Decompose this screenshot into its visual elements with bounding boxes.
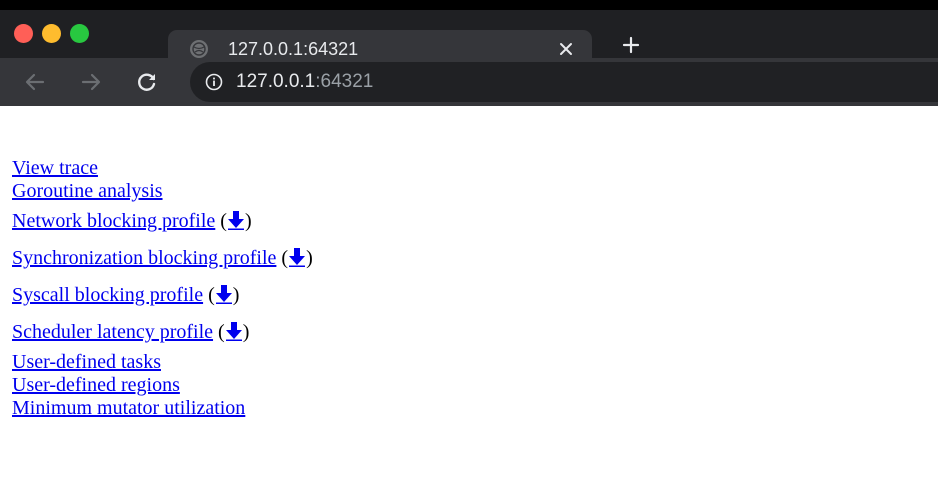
address-bar[interactable]: 127.0.0.1:64321 [190, 62, 938, 102]
arrow-right-icon[interactable] [78, 69, 104, 95]
download-network-blocking-profile[interactable] [227, 210, 245, 232]
arrow-down-icon [227, 211, 244, 230]
browser-toolbar: 127.0.0.1:64321 [0, 58, 938, 106]
list-item: Synchronization blocking profile () [12, 240, 313, 277]
link-scheduler-latency-profile[interactable]: Scheduler latency profile [12, 321, 213, 343]
download-group: () [218, 321, 249, 343]
download-syscall-blocking-profile[interactable] [215, 284, 233, 306]
paren-close: ) [244, 210, 252, 232]
list-item: Minimum mutator utilization [12, 397, 313, 420]
paren-close: ) [242, 321, 250, 343]
list-item: Scheduler latency profile () [12, 314, 313, 351]
info-icon[interactable] [204, 72, 224, 92]
link-syscall-blocking-profile[interactable]: Syscall blocking profile [12, 284, 203, 306]
url-text: 127.0.0.1:64321 [236, 71, 373, 93]
list-item: User-defined tasks [12, 351, 313, 374]
trace-links-list: View trace Goroutine analysis Network bl… [12, 157, 313, 420]
link-user-defined-tasks[interactable]: User-defined tasks [12, 351, 161, 373]
link-goroutine-analysis[interactable]: Goroutine analysis [12, 180, 163, 202]
list-item: Network blocking profile () [12, 203, 313, 240]
top-strip [0, 0, 938, 10]
plus-icon[interactable] [616, 30, 646, 60]
zoom-window-button[interactable] [70, 24, 89, 43]
download-synchronization-blocking-profile[interactable] [288, 247, 306, 269]
paren-close: ) [232, 284, 240, 306]
paren-open: ( [208, 284, 215, 306]
paren-open: ( [218, 321, 225, 343]
link-minimum-mutator-utilization[interactable]: Minimum mutator utilization [12, 397, 245, 419]
paren-close: ) [306, 247, 313, 269]
arrow-left-icon[interactable] [22, 69, 48, 95]
link-user-defined-regions[interactable]: User-defined regions [12, 374, 180, 396]
globe-icon [190, 40, 208, 58]
paren-open: ( [220, 210, 227, 232]
download-scheduler-latency-profile[interactable] [225, 321, 243, 343]
tab-title: 127.0.0.1:64321 [228, 38, 359, 59]
arrow-down-icon [225, 322, 242, 341]
url-port: :64321 [315, 71, 374, 92]
minimize-window-button[interactable] [42, 24, 61, 43]
list-item: Goroutine analysis [12, 180, 313, 203]
list-item: User-defined regions [12, 374, 313, 397]
link-view-trace[interactable]: View trace [12, 157, 98, 179]
arrow-down-icon [289, 248, 306, 267]
tab-bar: 127.0.0.1:64321 [0, 10, 938, 68]
url-host: 127.0.0.1 [236, 71, 316, 92]
download-group: () [220, 210, 251, 232]
link-synchronization-blocking-profile[interactable]: Synchronization blocking profile [12, 247, 276, 269]
arrow-down-icon [215, 285, 232, 304]
download-group: () [281, 247, 312, 269]
reload-icon[interactable] [134, 69, 160, 95]
download-group: () [208, 284, 239, 306]
list-item: Syscall blocking profile () [12, 277, 313, 314]
link-network-blocking-profile[interactable]: Network blocking profile [12, 210, 215, 232]
close-window-button[interactable] [14, 24, 33, 43]
window-controls [14, 24, 89, 43]
list-item: View trace [12, 157, 313, 180]
